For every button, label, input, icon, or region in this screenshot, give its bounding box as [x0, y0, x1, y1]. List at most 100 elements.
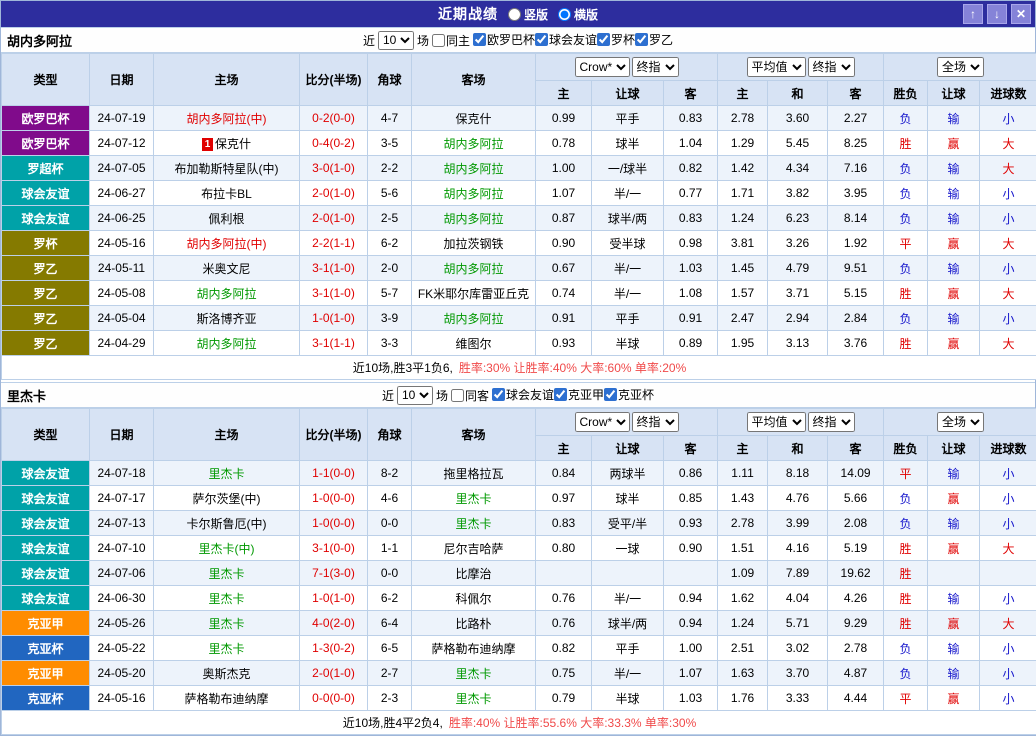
- goals-result-cell: 大: [980, 156, 1036, 181]
- col-date: 日期: [90, 409, 154, 461]
- scroll-down-button[interactable]: ↓: [987, 4, 1007, 24]
- result-cell: 负: [884, 486, 928, 511]
- avg-home: 1.24: [718, 206, 768, 231]
- corner-score: 2-3: [368, 686, 412, 711]
- avg-stage-select[interactable]: 终指: [808, 57, 855, 77]
- league-checkbox[interactable]: [604, 388, 617, 401]
- layout-radio-vertical[interactable]: 竖版: [508, 6, 548, 23]
- close-button[interactable]: ✕: [1011, 4, 1031, 24]
- col-home: 主场: [154, 409, 300, 461]
- avg-home: 2.51: [718, 636, 768, 661]
- average-select[interactable]: 平均值: [747, 57, 806, 77]
- match-score: 3-1(1-1): [300, 331, 368, 356]
- odds-away: [664, 561, 718, 586]
- league-filter[interactable]: 罗乙: [635, 31, 673, 48]
- away-team: 萨格勒布迪纳摩: [412, 636, 536, 661]
- match-date: 24-05-16: [90, 231, 154, 256]
- goals-result-cell: 小: [980, 306, 1036, 331]
- avg-home: 1.29: [718, 131, 768, 156]
- goals-result-cell: 大: [980, 231, 1036, 256]
- league-filter[interactable]: 球会友谊: [535, 31, 597, 48]
- corner-score: 8-2: [368, 461, 412, 486]
- odds-away: 0.82: [664, 156, 718, 181]
- col-score: 比分(半场): [300, 409, 368, 461]
- league-filter[interactable]: 球会友谊: [492, 386, 554, 403]
- match-date: 24-05-16: [90, 686, 154, 711]
- odds-home: 0.90: [536, 231, 592, 256]
- same-venue-filter[interactable]: 同客: [451, 387, 489, 404]
- avg-home: 1.42: [718, 156, 768, 181]
- goals-result-cell: 小: [980, 586, 1036, 611]
- scope-select-group: 全场: [884, 409, 1036, 436]
- match-row: 欧罗巴杯24-07-19胡内多阿拉(中)0-2(0-0)4-7保克什0.99平手…: [2, 106, 1036, 131]
- corner-score: 0-0: [368, 511, 412, 536]
- result-cell: 平: [884, 686, 928, 711]
- league-filter[interactable]: 罗杯: [597, 31, 635, 48]
- scope-select[interactable]: 全场: [937, 412, 984, 432]
- league-type-badge: 克亚杯: [2, 686, 90, 711]
- league-checkbox[interactable]: [535, 33, 548, 46]
- same-venue-checkbox[interactable]: [451, 389, 464, 402]
- result-cell: 平: [884, 461, 928, 486]
- home-team: 奥斯杰克: [154, 661, 300, 686]
- league-type-badge: 球会友谊: [2, 486, 90, 511]
- result-cell: 胜: [884, 561, 928, 586]
- handicap-result-cell: 输: [928, 586, 980, 611]
- league-checkbox[interactable]: [597, 33, 610, 46]
- bookmaker-select[interactable]: Crow*: [575, 57, 630, 77]
- scroll-up-button[interactable]: ↑: [963, 4, 983, 24]
- col-odds-away: 客: [664, 436, 718, 461]
- odds-home: 0.76: [536, 611, 592, 636]
- corner-score: 6-2: [368, 231, 412, 256]
- col-result: 胜负: [884, 81, 928, 106]
- handicap-result-cell: 赢: [928, 686, 980, 711]
- layout-radio-horizontal[interactable]: 横版: [558, 6, 598, 23]
- odds-home: 0.87: [536, 206, 592, 231]
- handicap-result-cell: 赢: [928, 281, 980, 306]
- match-count-select[interactable]: 10: [397, 386, 433, 405]
- result-cell: 胜: [884, 131, 928, 156]
- page-title: 近期战绩: [438, 4, 498, 24]
- league-checkbox[interactable]: [635, 33, 648, 46]
- match-row: 球会友谊24-07-13卡尔斯鲁厄(中)1-0(0-0)0-0里杰卡0.83受平…: [2, 511, 1036, 536]
- odds-handicap: 平手: [592, 306, 664, 331]
- avg-home: 1.63: [718, 661, 768, 686]
- match-date: 24-07-05: [90, 156, 154, 181]
- horizontal-radio[interactable]: [558, 8, 571, 21]
- match-count-select[interactable]: 10: [378, 31, 414, 50]
- league-type-badge: 克亚甲: [2, 661, 90, 686]
- odds-stage-select[interactable]: 终指: [632, 57, 679, 77]
- same-venue-checkbox[interactable]: [432, 34, 445, 47]
- odds-home: 0.93: [536, 331, 592, 356]
- same-venue-label: 同主: [446, 32, 470, 49]
- match-score: 2-0(1-0): [300, 206, 368, 231]
- league-filter[interactable]: 克亚甲: [554, 386, 604, 403]
- avg-stage-select[interactable]: 终指: [808, 412, 855, 432]
- league-checkbox[interactable]: [492, 388, 505, 401]
- odds-home: 0.83: [536, 511, 592, 536]
- goals-result-cell: 小: [980, 636, 1036, 661]
- away-team: 里杰卡: [412, 511, 536, 536]
- bookmaker-select[interactable]: Crow*: [575, 412, 630, 432]
- avg-home: 1.45: [718, 256, 768, 281]
- home-team: 胡内多阿拉(中): [154, 106, 300, 131]
- league-checkbox[interactable]: [554, 388, 567, 401]
- away-team: 里杰卡: [412, 661, 536, 686]
- scope-select[interactable]: 全场: [937, 57, 984, 77]
- same-venue-filter[interactable]: 同主: [432, 32, 470, 49]
- vertical-radio[interactable]: [508, 8, 521, 21]
- col-odds-handicap: 让球: [592, 81, 664, 106]
- result-cell: 胜: [884, 586, 928, 611]
- average-select[interactable]: 平均值: [747, 412, 806, 432]
- match-score: 3-1(1-0): [300, 256, 368, 281]
- league-filter[interactable]: 欧罗巴杯: [473, 31, 535, 48]
- league-filter[interactable]: 克亚杯: [604, 386, 654, 403]
- avg-draw: 4.76: [768, 486, 828, 511]
- odds-select-group: Crow*终指: [536, 54, 718, 81]
- corner-score: 4-7: [368, 106, 412, 131]
- league-checkbox[interactable]: [473, 33, 486, 46]
- odds-stage-select[interactable]: 终指: [632, 412, 679, 432]
- match-row: 球会友谊24-07-10里杰卡(中)3-1(0-0)1-1尼尔吉哈萨0.80一球…: [2, 536, 1036, 561]
- odds-away: 0.77: [664, 181, 718, 206]
- avg-draw: 3.13: [768, 331, 828, 356]
